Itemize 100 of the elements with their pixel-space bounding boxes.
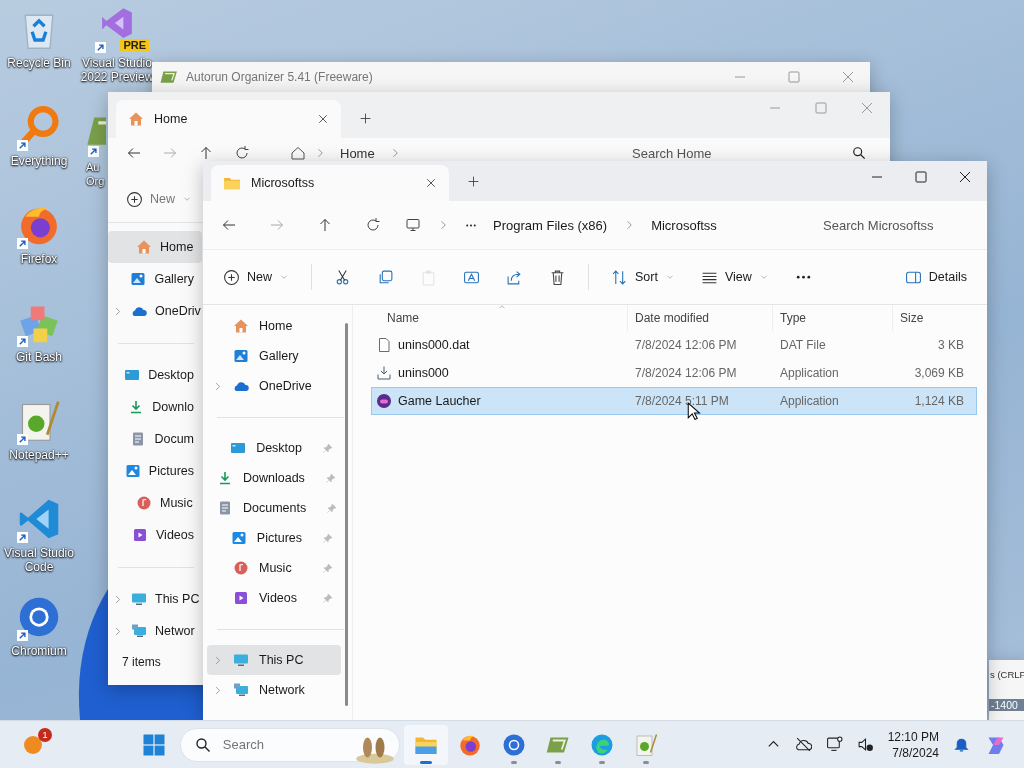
date-cell-text: 7/8/2024 12:06 PM [634,338,738,352]
search-field[interactable]: Search Home [632,145,842,161]
sidebar-item[interactable]: Music [207,553,341,583]
maximize-icon[interactable] [913,169,929,185]
sidebar-item[interactable]: Network [207,675,341,705]
maximize-icon[interactable] [786,69,802,85]
column-header[interactable]: Date modified [627,305,772,331]
sidebar-item[interactable]: Gallery [207,341,341,371]
file-row[interactable]: Game Laucher 7/8/2024 5:11 PM Application 1,124 KB [371,387,977,415]
pin-icon[interactable] [322,592,333,604]
house-icon[interactable] [290,145,306,161]
sidebar-item[interactable]: Home [108,231,202,263]
sidebar-item[interactable]: Networ [108,615,202,647]
column-header[interactable]: Type [772,305,892,331]
cloud-off-icon[interactable] [794,736,812,753]
refresh-icon[interactable] [365,217,381,233]
download-arrow-icon [217,470,233,486]
up-arrow-icon[interactable] [198,145,214,161]
sort-button[interactable]: Sort [601,261,685,293]
plus-circle-icon [223,268,240,286]
address-bar[interactable]: Program Files (x86) Microsoftss [401,209,791,241]
chromium-icon[interactable] [17,595,61,639]
pin-icon[interactable] [322,532,333,544]
details-button[interactable]: Details [894,261,977,293]
back-arrow-icon[interactable] [126,145,142,161]
house-icon [233,318,249,334]
up-arrow-icon[interactable] [317,217,333,233]
pin-icon[interactable] [322,442,333,454]
sidebar-item[interactable]: OneDrive [207,371,341,401]
sidebar-item[interactable]: Downlo [108,391,202,423]
house-icon [136,239,152,255]
new-tab-icon[interactable] [359,112,372,125]
maximize-icon[interactable] [813,100,829,116]
sidebar-item[interactable]: This PC [108,583,202,615]
file-row[interactable]: unins000.dat 7/8/2024 12:06 PM DAT File 3 KB [371,331,977,359]
file-name: Game Laucher [398,394,481,408]
breadcrumb-item[interactable]: Home [340,145,375,161]
pin-icon[interactable] [324,472,336,484]
sidebar-item[interactable]: Documents [207,493,341,523]
column-header[interactable]: Size [892,305,969,331]
breadcrumb-item[interactable]: Microsoftss [651,217,717,233]
sidebar-item[interactable]: Videos [207,583,341,613]
close-icon[interactable] [317,113,329,125]
sidebar-item[interactable]: OneDriv [108,295,202,327]
visual-studio-icon[interactable] [100,6,134,40]
scrollbar[interactable] [345,323,348,706]
window-tab[interactable]: Microsoftss [211,165,449,201]
pin-icon[interactable] [326,502,338,514]
column-header[interactable]: Name [371,305,627,331]
forward-arrow-icon[interactable] [269,217,285,233]
refresh-icon[interactable] [234,145,250,161]
new-button[interactable]: New [213,261,299,293]
desktop-icon [124,367,141,383]
sidebar-item[interactable]: Desktop [207,433,341,463]
clock[interactable]: 12:10 PM 7/8/2024 [887,728,939,761]
sidebar-item[interactable]: Pictures [207,523,341,553]
sidebar-item[interactable]: Desktop [108,359,202,391]
sidebar-item[interactable]: Gallery [108,263,202,295]
sidebar-item[interactable]: Home [207,311,341,341]
app-icon [376,393,392,409]
sidebar-item[interactable]: Videos [108,519,202,551]
taskbar-app-button[interactable] [403,724,448,765]
gallery-icon [130,271,147,287]
view-button[interactable]: View [690,261,779,293]
code-editor-icon[interactable] [17,497,61,541]
search-icon[interactable] [852,146,866,160]
item-count: 7 items [121,654,162,671]
notepad-icon [633,732,658,757]
file-icon [376,337,392,353]
close-icon[interactable] [957,169,973,185]
search-input[interactable]: Search [220,736,345,753]
file-row[interactable]: unins000 7/8/2024 12:06 PM Application 3,069 KB [371,359,977,387]
autorun-icon[interactable] [86,116,107,147]
speaker-mute-icon[interactable] [856,736,874,753]
bell-icon[interactable] [953,736,970,753]
new-button[interactable]: New [122,183,196,215]
music-note-icon [136,495,152,511]
back-arrow-icon[interactable] [221,217,237,233]
sidebar-item[interactable]: Pictures [108,455,202,487]
close-icon[interactable] [425,177,437,189]
sidebar-item[interactable]: Music [108,487,202,519]
forward-arrow-icon[interactable] [162,145,178,161]
taskbar-search-bar[interactable]: Search [179,727,400,762]
picture-icon [230,530,247,546]
size-cell-text: 1,124 KB [913,394,965,408]
network-icon[interactable] [825,736,843,753]
pin-icon[interactable] [322,562,333,574]
widget-icon[interactable] [22,733,44,756]
sidebar-item[interactable]: Docum [108,423,202,455]
start-icon[interactable] [141,732,166,757]
breadcrumb-item[interactable]: Program Files (x86) [493,217,608,233]
new-tab-icon[interactable] [467,175,480,188]
network-monitor-icon [233,682,249,698]
search-field[interactable]: Search Microsoftss [823,213,973,237]
window-tab[interactable]: Home [116,100,341,138]
sidebar-item[interactable]: This PC [207,645,341,675]
ellipsis-icon[interactable] [465,223,477,227]
sidebar-item[interactable]: Downloads [207,463,341,493]
status-text: -1400 [989,698,1024,711]
ellipsis-icon [794,274,812,280]
